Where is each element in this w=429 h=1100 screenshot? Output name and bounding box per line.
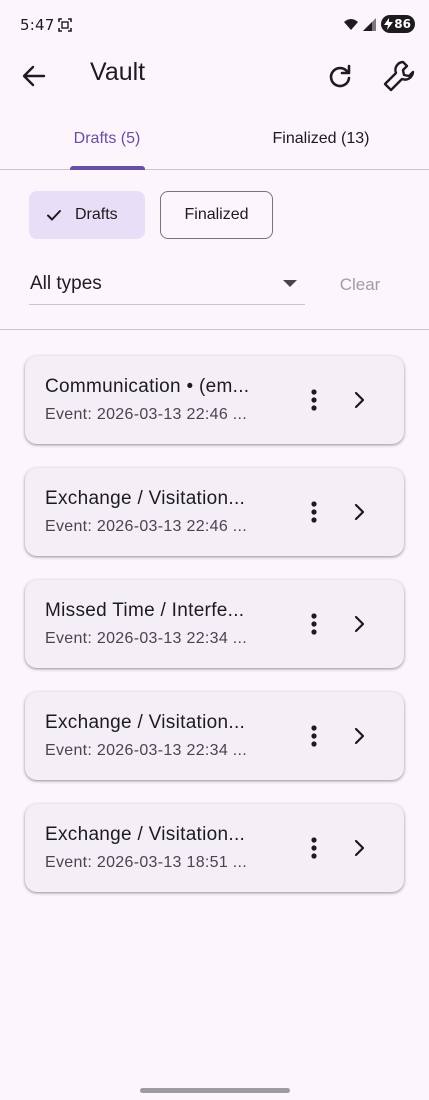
drafts-chip-label: Drafts [75,206,118,223]
tab-drafts[interactable]: Drafts (5) [0,112,214,169]
status-bar: 5:47 86 [0,0,429,52]
drafts-chip[interactable]: Drafts [29,191,145,239]
chevron-right-icon[interactable] [347,388,371,412]
wrench-icon[interactable] [382,59,416,93]
more-vert-icon[interactable] [300,834,328,862]
draft-event-time: Event: 2026-03-13 22:34 ... [45,742,248,759]
more-vert-icon[interactable] [300,722,328,750]
page-title: Vault [90,58,146,86]
more-vert-icon[interactable] [300,498,328,526]
draft-title: Exchange / Visitation... [45,824,246,845]
charging-icon [384,18,394,30]
status-time: 5:47 [20,16,55,34]
draft-title: Exchange / Visitation... [45,488,246,509]
draft-card[interactable]: Communication • (em... Event: 2026-03-13… [25,356,404,444]
status-icons: 86 [343,15,415,33]
draft-card[interactable]: Exchange / Visitation... Event: 2026-03-… [25,804,404,892]
more-vert-icon[interactable] [300,386,328,414]
battery-level: 86 [394,17,411,31]
tab-finalized[interactable]: Finalized (13) [214,112,428,169]
tab-bar: Drafts (5) Finalized (13) [0,112,429,170]
draft-title: Exchange / Visitation... [45,712,246,733]
tab-indicator [70,166,145,170]
finalized-chip[interactable]: Finalized [160,191,273,239]
draft-card[interactable]: Exchange / Visitation... Event: 2026-03-… [25,692,404,780]
draft-list: Communication • (em... Event: 2026-03-13… [25,356,404,916]
draft-event-time: Event: 2026-03-13 22:34 ... [45,630,248,647]
draft-event-time: Event: 2026-03-13 22:46 ... [45,406,248,423]
draft-event-time: Event: 2026-03-13 18:51 ... [45,854,248,871]
draft-event-time: Event: 2026-03-13 22:46 ... [45,518,248,535]
app-bar: Vault [0,52,429,100]
finalized-chip-label: Finalized [184,206,249,223]
divider [0,329,429,330]
draft-title: Missed Time / Interfe... [45,600,245,621]
chevron-right-icon[interactable] [347,500,371,524]
screenshot-icon [58,18,72,32]
draft-card[interactable]: Missed Time / Interfe... Event: 2026-03-… [25,580,404,668]
draft-card[interactable]: Exchange / Visitation... Event: 2026-03-… [25,468,404,556]
more-vert-icon[interactable] [300,610,328,638]
chevron-right-icon[interactable] [347,836,371,860]
arrow-drop-down-icon [283,280,297,287]
chevron-right-icon[interactable] [347,612,371,636]
type-filter-dropdown[interactable]: All types [29,264,305,305]
draft-title: Communication • (em... [45,376,250,397]
check-icon [47,210,61,221]
refresh-icon[interactable] [324,61,356,93]
battery-indicator: 86 [381,15,415,33]
clear-button[interactable]: Clear [330,266,390,304]
arrow-back-icon[interactable] [18,62,50,90]
wifi-icon [344,18,359,30]
home-indicator[interactable] [140,1088,290,1093]
signal-icon [363,17,377,31]
chevron-right-icon[interactable] [347,724,371,748]
type-filter-value: All types [30,273,102,294]
